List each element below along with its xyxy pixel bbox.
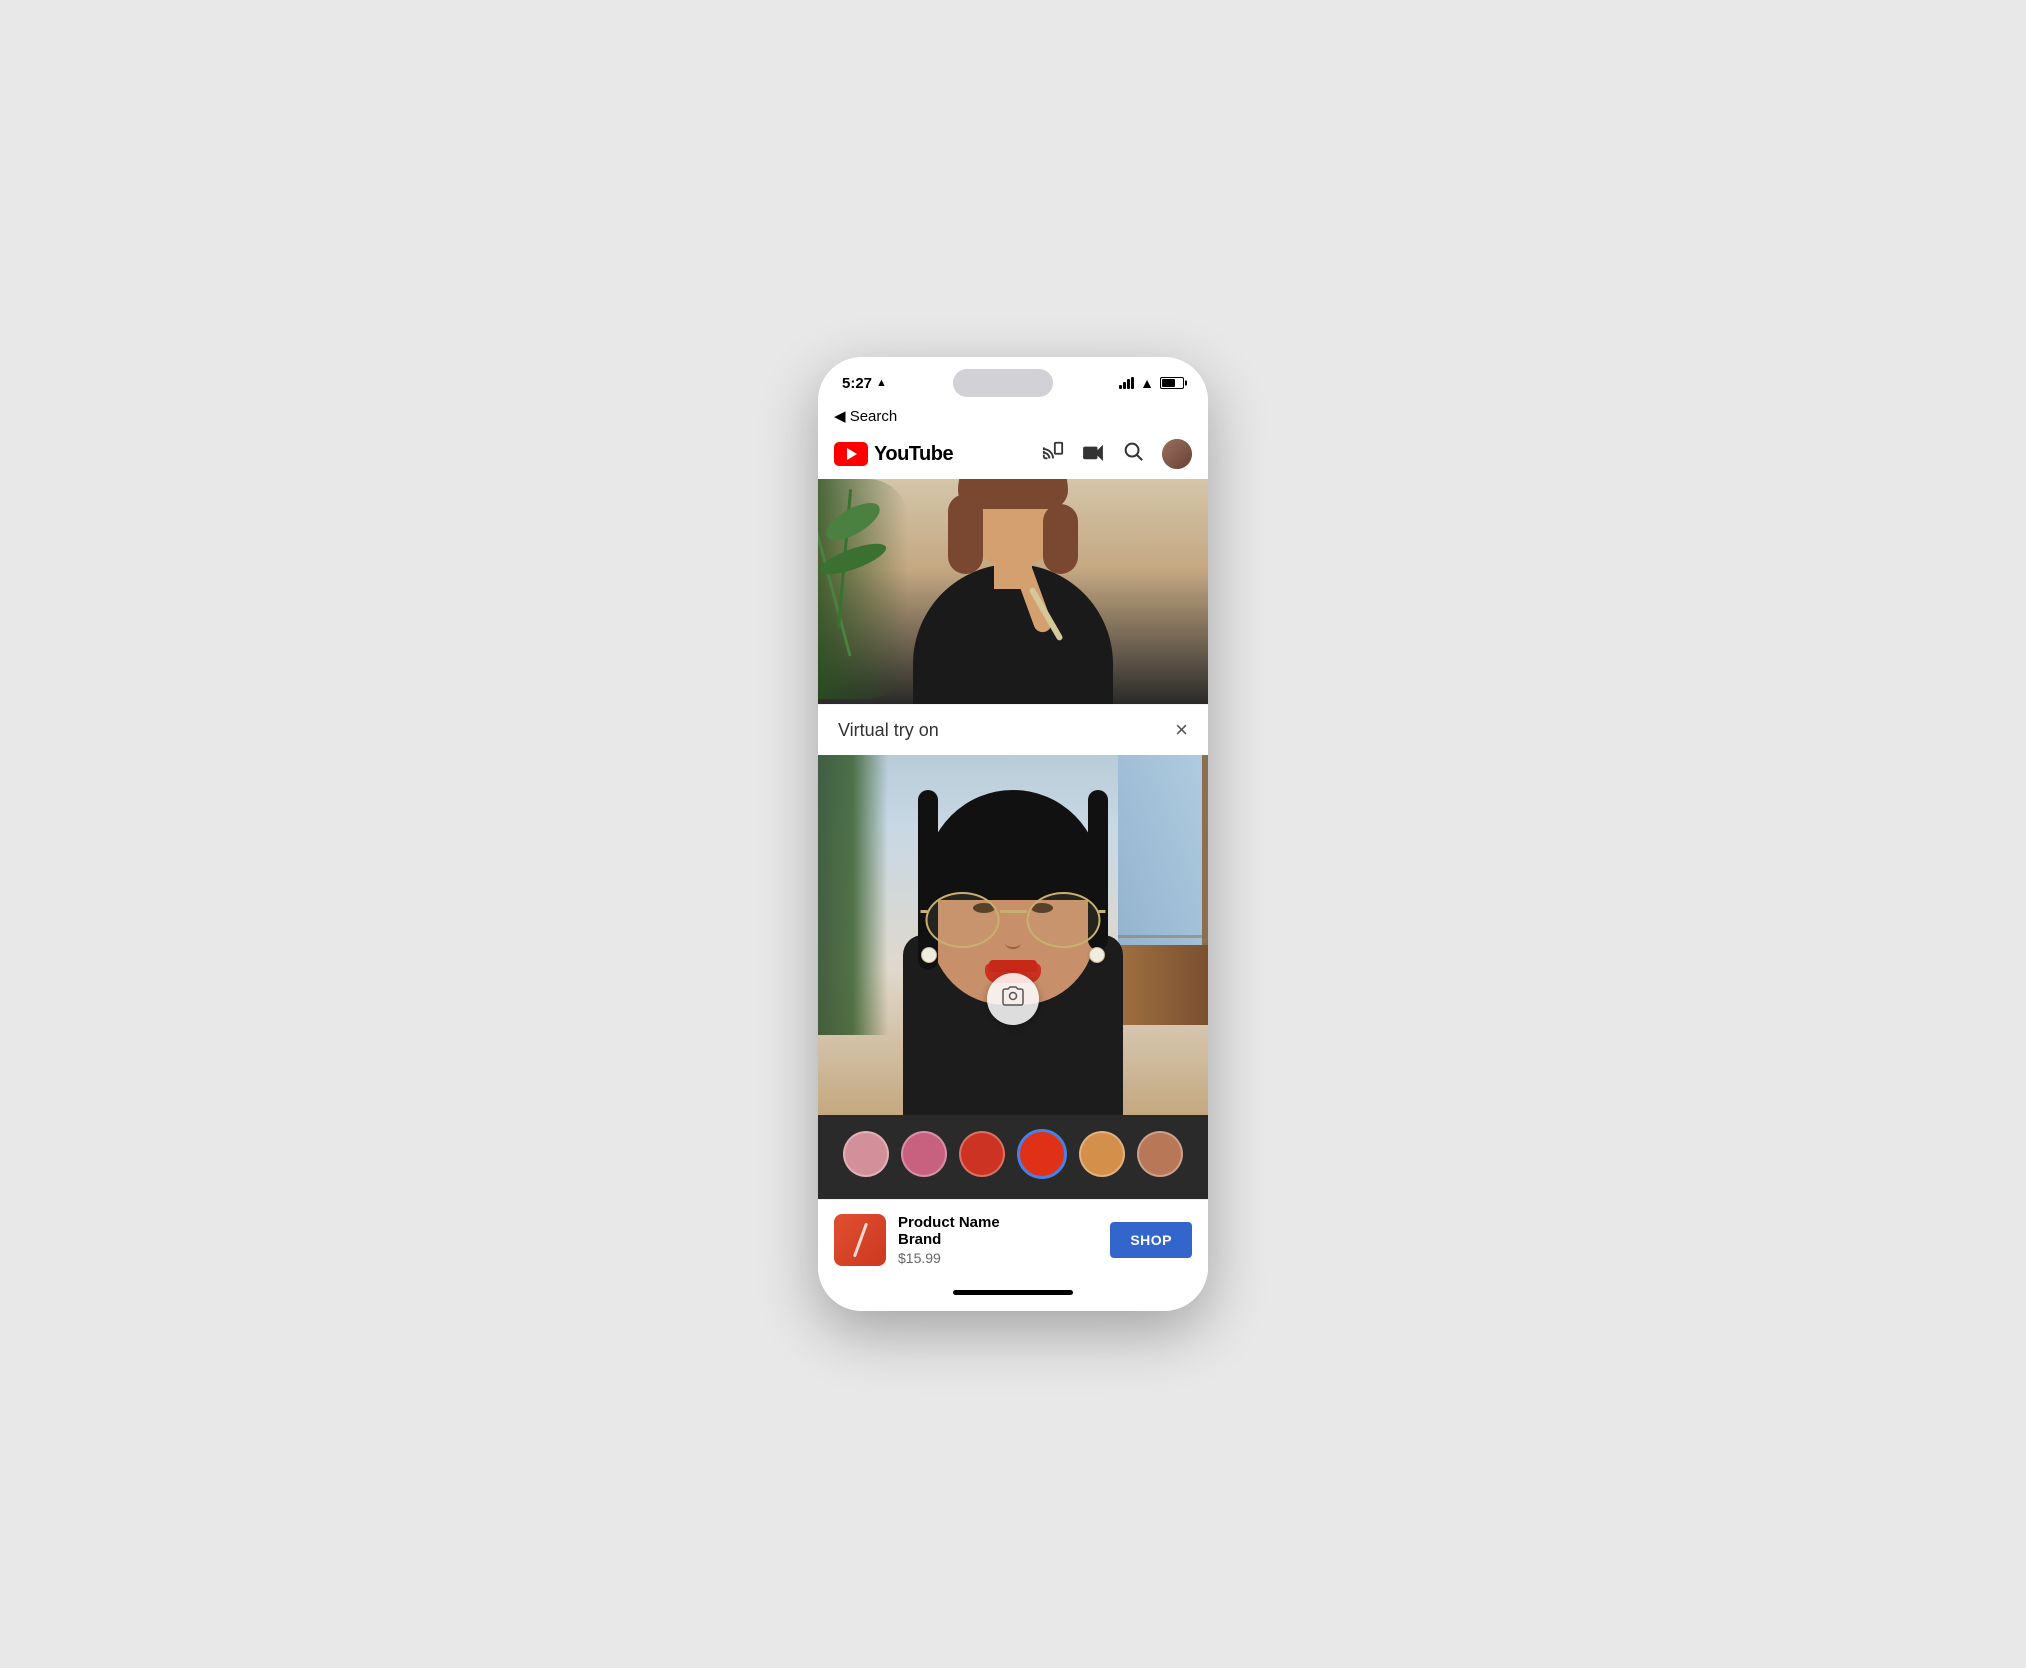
status-time: 5:27 ▲ — [842, 375, 887, 392]
ar-glasses-bridge — [1000, 910, 1027, 913]
youtube-logo[interactable]: YouTube — [834, 442, 953, 466]
ar-window-divider — [1118, 935, 1208, 938]
ar-foliage-left — [818, 755, 888, 1035]
phone-frame: 5:27 ▲ ▲ ◀ Search YouTube — [818, 357, 1208, 1311]
status-bar: 5:27 ▲ ▲ — [818, 357, 1208, 403]
swatch-5[interactable] — [1079, 1131, 1125, 1177]
product-slash-decoration — [852, 1223, 867, 1258]
product-info-left: Product Name Brand $15.99 — [834, 1214, 1000, 1266]
home-indicator-area — [818, 1280, 1208, 1311]
swatch-2[interactable] — [901, 1131, 947, 1177]
swatch-6[interactable] — [1137, 1131, 1183, 1177]
time-display: 5:27 — [842, 375, 872, 392]
swatch-4-active[interactable] — [1017, 1129, 1067, 1179]
ar-camera-view[interactable] — [818, 755, 1208, 1115]
vto-header: Virtual try on × — [818, 704, 1208, 755]
status-icons: ▲ — [1119, 375, 1184, 391]
camera-icon — [1001, 985, 1025, 1013]
youtube-header: YouTube — [818, 433, 1208, 479]
ar-glasses-right-lens — [1027, 892, 1101, 948]
ar-glasses-left-lens — [926, 892, 1000, 948]
product-thumbnail — [834, 1214, 886, 1266]
camera-shutter-button[interactable] — [987, 973, 1039, 1025]
header-actions — [1042, 439, 1192, 469]
vto-close-button[interactable]: × — [1175, 717, 1188, 743]
product-price: $15.99 — [898, 1250, 1000, 1266]
youtube-play-icon — [834, 442, 868, 466]
back-label: ◀ Search — [834, 407, 897, 425]
shop-button[interactable]: SHOP — [1110, 1222, 1192, 1258]
ar-glasses-overlay — [921, 892, 1106, 952]
back-link[interactable]: ◀ Search — [834, 407, 1192, 425]
person-hair-left — [948, 494, 983, 574]
product-brand: Brand — [898, 1231, 1000, 1248]
video-background — [818, 479, 1208, 704]
user-avatar[interactable] — [1162, 439, 1192, 469]
wifi-icon: ▲ — [1140, 375, 1154, 391]
swatch-3[interactable] — [959, 1131, 1005, 1177]
ar-lips-upper — [989, 960, 1037, 972]
person-hair-right — [1043, 504, 1078, 574]
cast-icon[interactable] — [1042, 440, 1064, 468]
vto-title: Virtual try on — [838, 720, 939, 741]
back-nav: ◀ Search — [818, 403, 1208, 433]
ar-glasses-arm-right — [1099, 910, 1106, 913]
play-triangle — [847, 448, 857, 460]
product-name: Product Name — [898, 1214, 1000, 1231]
ar-glasses-arm-left — [921, 910, 928, 913]
youtube-logo-text: YouTube — [874, 443, 953, 466]
video-camera-icon[interactable] — [1082, 441, 1104, 467]
dynamic-island — [953, 369, 1053, 397]
swatch-1[interactable] — [843, 1131, 889, 1177]
ar-shelf — [1118, 945, 1208, 1025]
swatch-strip — [818, 1115, 1208, 1199]
search-icon[interactable] — [1122, 440, 1144, 468]
battery-icon — [1160, 377, 1184, 389]
product-section: Product Name Brand $15.99 SHOP — [818, 1199, 1208, 1280]
product-info: Product Name Brand $15.99 — [898, 1214, 1000, 1266]
location-arrow-icon: ▲ — [876, 377, 887, 389]
home-bar — [953, 1290, 1073, 1295]
video-player[interactable] — [818, 479, 1208, 704]
signal-icon — [1119, 377, 1134, 389]
